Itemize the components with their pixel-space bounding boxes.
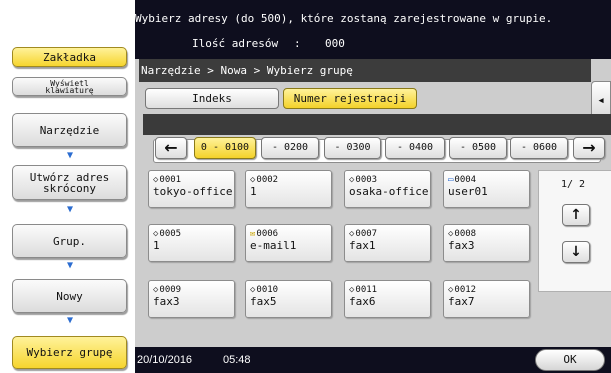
left-panel: Zakładka Wyświetl klawiaturę Narzędzie ▼… [0, 0, 135, 373]
range-button[interactable]: - 0600 [510, 137, 568, 159]
display-keyboard-button[interactable]: Wyświetl klawiaturę [12, 77, 127, 96]
range-button[interactable]: - 0500 [449, 137, 507, 159]
address-entry[interactable]: ◇ 0007 fax1 [344, 224, 431, 262]
range-label: - 0300 [334, 142, 371, 153]
address-entry[interactable]: ◇ 0008 fax3 [443, 224, 530, 262]
address-entry-name: e-mail1 [250, 239, 297, 252]
address-entry-number-row: ◇ 0002 [250, 175, 331, 186]
tab-index-label: Indeks [192, 92, 232, 105]
address-entry[interactable]: ◇ 0001 tokyo-office [148, 170, 235, 208]
arrow-down-icon: ▼ [66, 204, 74, 215]
address-count-separator: : [294, 37, 301, 50]
range-label: 0 - 0100 [200, 142, 250, 153]
page-up-button[interactable]: ↑ [562, 204, 590, 226]
address-entry-name: osaka-office [349, 185, 429, 198]
step-select-group-button[interactable]: Wybierz grupę [12, 336, 127, 369]
step-narzedzie-button[interactable]: Narzędzie [12, 113, 127, 147]
header: Wybierz adresy (do 500), które zostaną z… [135, 0, 611, 59]
address-entry[interactable]: ▭ 0004 user01 [443, 170, 530, 208]
address-entry-name: user01 [448, 185, 488, 198]
instruction-text: Wybierz adresy (do 500), które zostaną z… [135, 12, 553, 25]
breadcrumb: Narzędzie > Nowa > Wybierz grupę [139, 59, 591, 82]
address-entry-name: fax3 [448, 239, 475, 252]
address-entry-name: tokyo-office [153, 185, 233, 198]
step-label-1: Utwórz adres [29, 170, 110, 184]
step-label-2: skrócony [43, 181, 96, 195]
address-entry[interactable]: ◇ 0009 fax3 [148, 280, 235, 318]
address-entry-name: 1 [250, 185, 257, 198]
address-entry-number: 0002 [256, 175, 279, 185]
arrow-down-icon: ↓ [570, 244, 582, 260]
range-button[interactable]: - 0400 [385, 137, 445, 159]
address-entry-name: fax7 [448, 295, 475, 308]
address-entry[interactable]: ◇ 0002 1 [245, 170, 332, 208]
address-entry-name: fax6 [349, 295, 376, 308]
range-label: - 0500 [459, 142, 497, 153]
page-indicator: 1/ 2 [561, 179, 586, 190]
address-entry-number-row: ◇ 0005 [153, 229, 234, 240]
address-entry[interactable]: ◇ 0010 fax5 [245, 280, 332, 318]
tab-button[interactable]: Zakładka [12, 47, 127, 67]
step-label: Narzędzie [39, 123, 100, 137]
arrow-down-icon: ▼ [66, 150, 74, 161]
range-next-button[interactable]: → [573, 137, 605, 159]
address-entry-name: fax3 [153, 295, 180, 308]
step-label: Wybierz grupę [26, 346, 113, 359]
address-entry-name: fax1 [349, 239, 376, 252]
address-entry[interactable]: ◇ 0003 osaka-office [344, 170, 431, 208]
range-label: - 0200 [271, 142, 309, 153]
address-entry-name: 1 [153, 239, 160, 252]
step-label: Nowy [56, 289, 83, 303]
arrow-down-icon: ▼ [66, 260, 74, 271]
tab-button-label: Zakładka [43, 50, 96, 64]
arrow-left-icon: ← [164, 138, 178, 157]
address-entry[interactable]: ◇ 0012 fax7 [443, 280, 530, 318]
address-count-label: Ilość adresów [192, 37, 279, 50]
step-label: Grup. [52, 234, 87, 248]
arrow-right-icon: → [582, 138, 596, 157]
step-create-short-address-button[interactable]: Utwórz adres skrócony [12, 165, 127, 200]
tab-registration-number[interactable]: Numer rejestracji [283, 88, 417, 109]
status-bar: 20/10/2016 05:48 OK [135, 347, 611, 373]
page-down-button[interactable]: ↓ [562, 241, 590, 263]
step-new-button[interactable]: Nowy [12, 279, 127, 313]
status-date: 20/10/2016 [137, 354, 193, 366]
tab-index[interactable]: Indeks [145, 88, 279, 109]
status-time: 05:48 [223, 354, 251, 366]
arrow-down-icon: ▼ [66, 315, 74, 326]
address-entry-number: 0005 [159, 229, 182, 239]
address-entry-name: fax5 [250, 295, 277, 308]
address-entry[interactable]: ◇ 0011 fax6 [344, 280, 431, 318]
pagination: 1/ 2 ↑ ↓ [538, 170, 611, 292]
step-group-button[interactable]: Grup. [12, 224, 127, 258]
range-label: - 0600 [520, 142, 558, 153]
range-label: - 0400 [396, 142, 434, 153]
ok-button[interactable]: OK [535, 349, 605, 371]
display-keyboard-label-2: klawiaturę [45, 85, 94, 95]
list-header-bar [143, 114, 611, 135]
range-button[interactable]: - 0200 [261, 137, 319, 159]
range-button[interactable]: - 0300 [324, 137, 381, 159]
address-count-value: 000 [325, 37, 345, 50]
address-entry[interactable]: ✉ 0006 e-mail1 [245, 224, 332, 262]
address-count: Ilość adresów : 000 [192, 37, 345, 50]
range-prev-button[interactable]: ← [155, 137, 187, 159]
arrow-up-icon: ↑ [570, 207, 582, 223]
range-button[interactable]: 0 - 0100 [194, 137, 256, 159]
main-panel: Narzędzie > Nowa > Wybierz grupę ◂ Indek… [135, 59, 611, 347]
ok-button-label: OK [563, 353, 577, 366]
address-entry[interactable]: ◇ 0005 1 [148, 224, 235, 262]
tab-registration-number-label: Numer rejestracji [293, 92, 407, 105]
